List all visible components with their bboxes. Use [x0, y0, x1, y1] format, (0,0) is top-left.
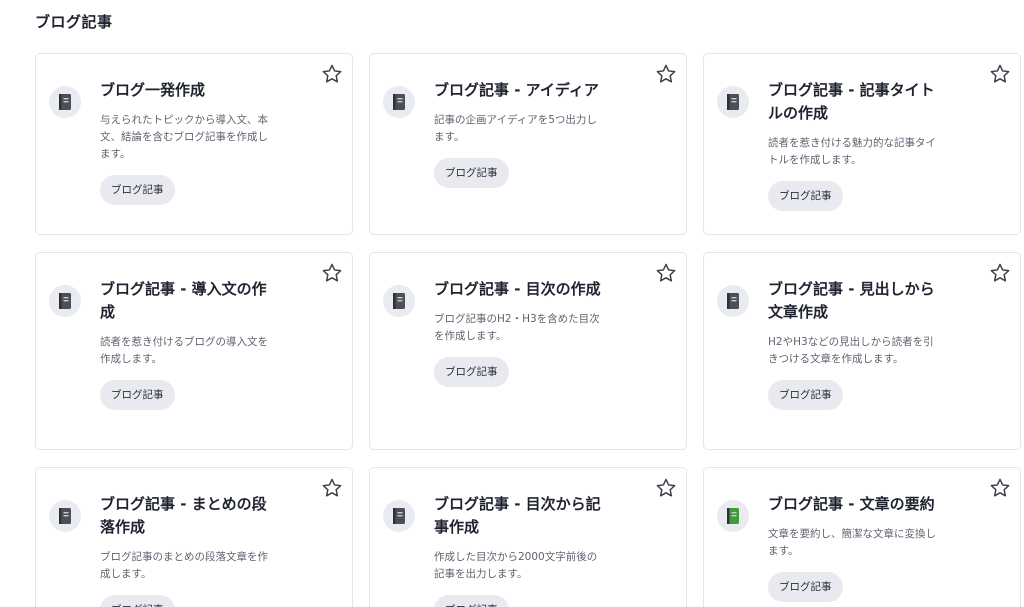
category-tag[interactable]: ブログ記事	[434, 357, 509, 387]
green-book-icon	[727, 508, 739, 524]
category-tag[interactable]: ブログ記事	[768, 380, 843, 410]
card-body: ブログ一発作成 与えられたトピックから導入文、本文、結論を含むブログ記事を作成し…	[100, 79, 270, 205]
card-title: ブログ記事 - 見出しから文章作成	[768, 280, 935, 321]
card-description: 記事の企画アイディアを5つ出力します。	[434, 114, 597, 143]
card-icon	[717, 285, 749, 317]
star-icon[interactable]	[655, 477, 677, 499]
notebook-icon	[393, 293, 405, 309]
card-body: ブログ記事 - 目次から記事作成 作成した目次から2000文字前後の記事を出力し…	[434, 493, 604, 607]
category-tag[interactable]: ブログ記事	[100, 380, 175, 410]
category-tag[interactable]: ブログ記事	[100, 595, 175, 607]
prompt-card[interactable]: ブログ記事 - 見出しから文章作成 H2やH3などの見出しから読者を引きつける文…	[703, 252, 1021, 450]
card-description: ブログ記事のH2・H3を含めた目次を作成します。	[434, 313, 600, 342]
notebook-icon	[59, 293, 71, 309]
prompt-card[interactable]: ブログ記事 - 目次から記事作成 作成した目次から2000文字前後の記事を出力し…	[369, 467, 687, 607]
category-tag[interactable]: ブログ記事	[768, 181, 843, 211]
star-icon[interactable]	[989, 63, 1011, 85]
prompt-card[interactable]: ブログ記事 - 目次の作成 ブログ記事のH2・H3を含めた目次を作成します。 ブ…	[369, 252, 687, 450]
card-title: ブログ記事 - 目次の作成	[434, 280, 601, 298]
card-body: ブログ記事 - 記事タイトルの作成 読者を惹き付ける魅力的な記事タイトルを作成し…	[768, 79, 938, 211]
notebook-icon	[727, 293, 739, 309]
card-icon	[49, 500, 81, 532]
notebook-icon	[393, 94, 405, 110]
prompt-card[interactable]: ブログ記事 - 文章の要約 文章を要約し、簡潔な文章に変換します。 ブログ記事	[703, 467, 1021, 607]
prompt-card[interactable]: ブログ記事 - アイディア 記事の企画アイディアを5つ出力します。 ブログ記事	[369, 53, 687, 235]
card-body: ブログ記事 - 導入文の作成 読者を惹き付けるブログの導入文を作成します。 ブロ…	[100, 278, 270, 410]
card-title: ブログ一発作成	[100, 81, 206, 99]
star-icon[interactable]	[989, 262, 1011, 284]
card-description: H2やH3などの見出しから読者を引きつける文章を作成します。	[768, 336, 934, 365]
card-body: ブログ記事 - アイディア 記事の企画アイディアを5つ出力します。 ブログ記事	[434, 79, 604, 188]
card-icon	[717, 86, 749, 118]
star-icon[interactable]	[321, 477, 343, 499]
star-icon[interactable]	[321, 262, 343, 284]
prompt-card[interactable]: ブログ記事 - 導入文の作成 読者を惹き付けるブログの導入文を作成します。 ブロ…	[35, 252, 353, 450]
star-icon[interactable]	[989, 477, 1011, 499]
notebook-icon	[393, 508, 405, 524]
prompt-card[interactable]: ブログ一発作成 与えられたトピックから導入文、本文、結論を含むブログ記事を作成し…	[35, 53, 353, 235]
prompt-card[interactable]: ブログ記事 - 記事タイトルの作成 読者を惹き付ける魅力的な記事タイトルを作成し…	[703, 53, 1021, 235]
card-description: ブログ記事のまとめの段落文章を作成します。	[100, 551, 268, 580]
card-grid: ブログ一発作成 与えられたトピックから導入文、本文、結論を含むブログ記事を作成し…	[35, 53, 1021, 607]
card-title: ブログ記事 - アイディア	[434, 81, 599, 99]
notebook-icon	[59, 508, 71, 524]
card-title: ブログ記事 - 導入文の作成	[100, 280, 267, 321]
card-description: 読者を惹き付けるブログの導入文を作成します。	[100, 336, 268, 365]
card-title: ブログ記事 - 記事タイトルの作成	[768, 81, 935, 122]
card-description: 読者を惹き付ける魅力的な記事タイトルを作成します。	[768, 137, 936, 166]
star-icon[interactable]	[321, 63, 343, 85]
card-icon	[717, 500, 749, 532]
section-title: ブログ記事	[35, 13, 113, 31]
star-icon[interactable]	[655, 63, 677, 85]
category-tag[interactable]: ブログ記事	[100, 175, 175, 205]
card-title: ブログ記事 - 文章の要約	[768, 495, 935, 513]
notebook-icon	[59, 94, 71, 110]
star-icon[interactable]	[655, 262, 677, 284]
card-body: ブログ記事 - まとめの段落作成 ブログ記事のまとめの段落文章を作成します。 ブ…	[100, 493, 270, 607]
notebook-icon	[727, 94, 739, 110]
card-description: 与えられたトピックから導入文、本文、結論を含むブログ記事を作成します。	[100, 114, 268, 160]
card-icon	[49, 285, 81, 317]
card-title: ブログ記事 - 目次から記事作成	[434, 495, 601, 536]
card-body: ブログ記事 - 文章の要約 文章を要約し、簡潔な文章に変換します。 ブログ記事	[768, 493, 938, 602]
category-tag[interactable]: ブログ記事	[434, 158, 509, 188]
card-description: 作成した目次から2000文字前後の記事を出力します。	[434, 551, 598, 580]
card-icon	[383, 500, 415, 532]
card-body: ブログ記事 - 見出しから文章作成 H2やH3などの見出しから読者を引きつける文…	[768, 278, 938, 410]
card-title: ブログ記事 - まとめの段落作成	[100, 495, 267, 536]
card-icon	[383, 86, 415, 118]
category-tag[interactable]: ブログ記事	[434, 595, 509, 607]
category-tag[interactable]: ブログ記事	[768, 572, 843, 602]
card-icon	[383, 285, 415, 317]
card-body: ブログ記事 - 目次の作成 ブログ記事のH2・H3を含めた目次を作成します。 ブ…	[434, 278, 604, 387]
card-icon	[49, 86, 81, 118]
card-description: 文章を要約し、簡潔な文章に変換します。	[768, 528, 936, 557]
prompt-card[interactable]: ブログ記事 - まとめの段落作成 ブログ記事のまとめの段落文章を作成します。 ブ…	[35, 467, 353, 607]
